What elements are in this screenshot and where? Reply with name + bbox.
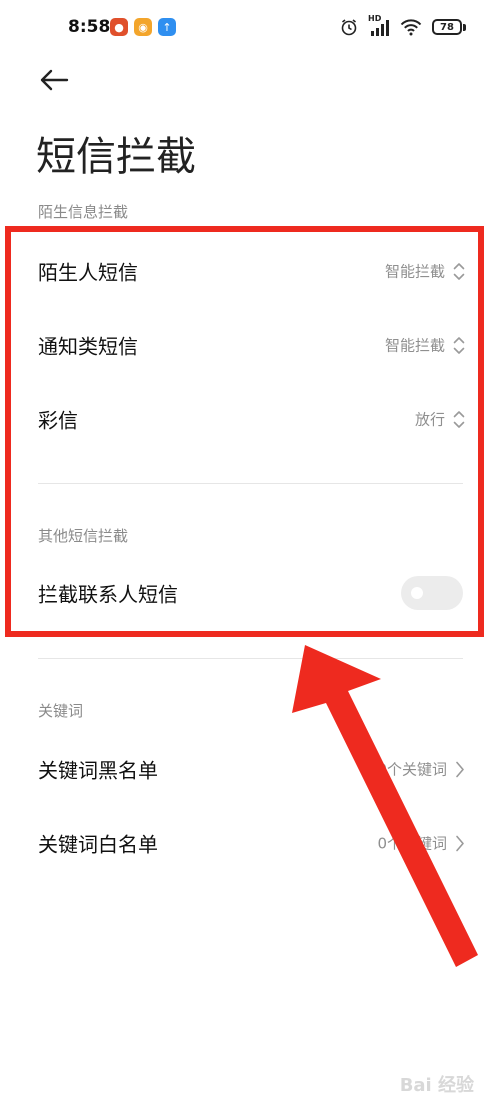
section-title-stranger: 陌生信息拦截 xyxy=(38,203,129,221)
row-label: 彩信 xyxy=(38,408,78,433)
battery-icon: 78 xyxy=(432,19,466,35)
divider xyxy=(38,483,463,484)
status-time: 8:58 xyxy=(68,17,111,37)
status-icons: HD 78 xyxy=(340,14,466,39)
chevron-up-down-icon xyxy=(453,410,465,428)
row-value: 0个关键词 xyxy=(377,760,447,779)
row-keyword-blacklist[interactable]: 关键词黑名单 0个关键词 xyxy=(0,739,500,799)
battery-level: 78 xyxy=(432,19,462,35)
page-title: 短信拦截 xyxy=(36,134,196,180)
alarm-icon xyxy=(341,19,357,36)
block-contact-sms-toggle[interactable] xyxy=(401,576,463,610)
row-notification-sms[interactable]: 通知类短信 智能拦截 xyxy=(0,315,500,375)
row-keyword-whitelist[interactable]: 关键词白名单 0个关键词 xyxy=(0,813,500,873)
chevron-up-down-icon xyxy=(453,336,465,354)
row-label: 关键词白名单 xyxy=(38,832,158,857)
row-mms[interactable]: 彩信 放行 xyxy=(0,389,500,449)
upload-app-icon: ↑ xyxy=(158,18,176,36)
baidu-watermark: Bai 经验 xyxy=(399,1075,474,1096)
row-value: 放行 xyxy=(414,410,445,429)
signal-icon: HD xyxy=(368,14,390,37)
row-label: 陌生人短信 xyxy=(38,260,138,285)
row-block-contact-sms[interactable]: 拦截联系人短信 xyxy=(0,563,500,623)
chevron-right-icon xyxy=(456,835,464,851)
row-label: 关键词黑名单 xyxy=(38,758,158,783)
divider xyxy=(38,658,463,659)
row-value: 智能拦截 xyxy=(384,262,445,281)
game-app-icon: ● xyxy=(110,18,128,36)
status-bar: 8:58 ● ◉ ↑ HD 78 xyxy=(0,0,500,56)
arrow-left-icon xyxy=(40,69,69,91)
wifi-icon xyxy=(400,19,422,36)
row-label: 通知类短信 xyxy=(38,334,138,359)
back-button[interactable] xyxy=(36,62,72,98)
row-value: 智能拦截 xyxy=(384,336,445,355)
row-value: 0个关键词 xyxy=(377,834,447,853)
screen: 8:58 ● ◉ ↑ HD 78 短信拦截 陌生信息拦截 陌生人短信 智能拦截 … xyxy=(0,0,500,1111)
row-label: 拦截联系人短信 xyxy=(38,582,178,607)
section-title-other: 其他短信拦截 xyxy=(38,527,129,545)
section-title-keywords: 关键词 xyxy=(38,702,84,720)
toggle-knob xyxy=(411,587,423,599)
chevron-right-icon xyxy=(456,761,464,777)
weibo-icon: ◉ xyxy=(134,18,152,36)
chevron-up-down-icon xyxy=(453,262,465,280)
row-stranger-sms[interactable]: 陌生人短信 智能拦截 xyxy=(0,241,500,301)
